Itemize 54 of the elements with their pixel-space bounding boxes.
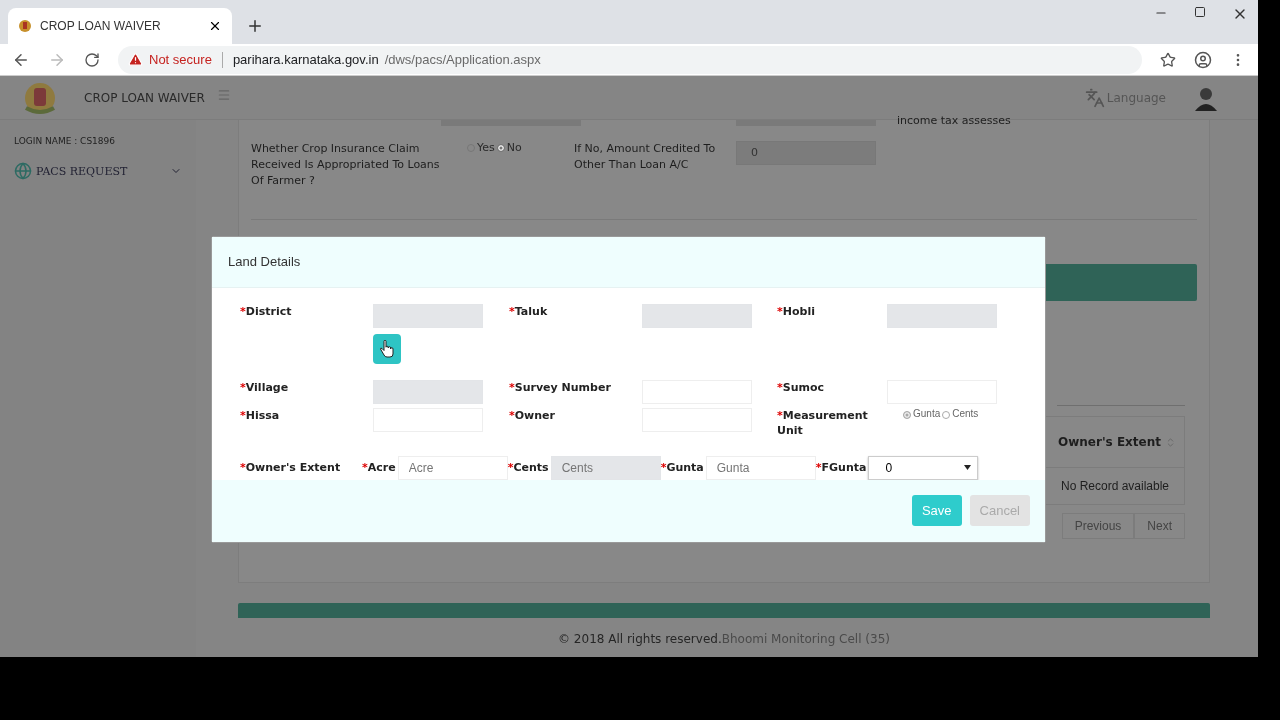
radio-button[interactable]	[903, 410, 911, 419]
select-field[interactable]: 0	[868, 455, 979, 480]
new-tab-icon[interactable]	[246, 17, 264, 35]
amount-field[interactable]: 0	[736, 141, 876, 165]
field-label: *District	[240, 303, 293, 320]
highlight-button[interactable]	[373, 333, 401, 364]
sidebar-item[interactable]: PACS REQUEST	[14, 162, 182, 180]
reload-icon[interactable]	[84, 51, 100, 68]
field-label: *Acre	[362, 459, 396, 476]
radio-label: Cents	[952, 407, 979, 419]
app-title: CROP LOAN WAIVER	[84, 90, 205, 105]
field-label: *FGunta	[815, 459, 867, 476]
warning-icon	[128, 52, 143, 67]
pager-button[interactable]: Next	[1134, 513, 1185, 539]
field-label: *Taluk	[509, 303, 549, 320]
radio-button[interactable]	[496, 144, 505, 152]
field-label: *Hobli	[777, 303, 816, 320]
login-name: LOGIN NAME : CS1896	[14, 136, 116, 146]
profile-icon[interactable]	[1194, 50, 1212, 69]
maximize-icon[interactable]	[1194, 6, 1206, 18]
radio-label: Gunta	[913, 407, 941, 419]
modal-title: Land Details	[228, 254, 301, 270]
field-label: *Cents	[507, 459, 549, 476]
address-bar[interactable]: Not secure parihara.karnataka.gov.in /dws/pacs/Application.aspx	[118, 45, 1142, 74]
browser-tab[interactable]: CROP LOAN WAIVER	[8, 8, 232, 44]
field-label: *Owner's Extent	[240, 459, 342, 475]
emblem-icon	[18, 19, 32, 33]
field-label: income tax assesses	[897, 114, 1012, 127]
question-label: Whether Crop Insurance Claim Received Is Appropriated To Loans Of Farmer ?	[251, 141, 441, 189]
pager-button[interactable]: Previous	[1061, 513, 1135, 539]
url-path: /dws/pacs/Application.aspx	[384, 52, 541, 67]
radio-label: Yes	[477, 141, 495, 154]
url-host: parihara.karnataka.gov.in	[232, 52, 379, 67]
bookmark-icon[interactable]	[1160, 51, 1176, 68]
language-icon	[1084, 87, 1105, 108]
field-label: *Survey Number	[509, 379, 612, 396]
save-button[interactable]: Save	[911, 495, 962, 527]
caret-icon	[964, 465, 972, 471]
hand-cursor-icon	[379, 339, 395, 358]
close-icon[interactable]	[208, 19, 222, 33]
field-label: *Owner	[509, 407, 556, 424]
text-field[interactable]: Acre	[397, 455, 508, 480]
field-label: *Village	[240, 379, 290, 396]
footer-text: © 2018 All rights reserved.Bhoomi Monitoring Cell (35)	[557, 632, 891, 646]
cancel-button[interactable]: Cancel	[969, 495, 1030, 527]
field-label: *Measurement Unit	[777, 407, 869, 438]
radio-label: No	[506, 141, 522, 154]
field-label: *Sumoc	[777, 379, 826, 396]
globe-icon	[14, 162, 32, 180]
text-field[interactable]: Gunta	[705, 455, 816, 480]
field-label: If No, Amount Credited To Other Than Loan A/C	[574, 141, 717, 173]
field-label: *Gunta	[660, 459, 704, 476]
field-label: *Hissa	[240, 407, 281, 424]
security-label: Not secure	[149, 52, 212, 67]
